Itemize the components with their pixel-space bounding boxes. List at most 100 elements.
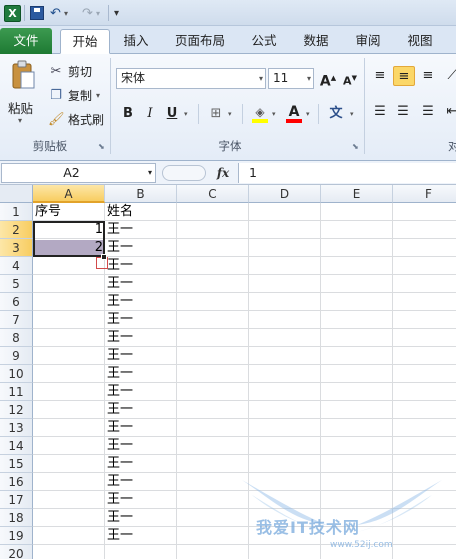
row-header-3[interactable]: 3 (0, 239, 33, 257)
align-middle-icon[interactable]: ≡ (393, 66, 415, 86)
row-header-10[interactable]: 10 (0, 365, 33, 383)
row-header-7[interactable]: 7 (0, 311, 33, 329)
redo-dropdown-icon[interactable]: ▾ (96, 4, 100, 22)
indent-icon[interactable]: ⇤ (442, 102, 456, 122)
name-box[interactable]: A2 ▾ (1, 163, 156, 183)
chevron-down-icon[interactable]: ▾ (307, 69, 311, 88)
align-center-icon[interactable]: ☰ (393, 102, 413, 122)
excel-logo-icon[interactable]: X (4, 4, 21, 22)
tab-home[interactable]: 开始 (60, 29, 110, 54)
tab-data[interactable]: 数据 (292, 29, 340, 54)
font-color-dropdown-icon[interactable]: ▾ (306, 110, 310, 118)
font-size-combo[interactable]: 11 ▾ (268, 68, 314, 89)
insert-function-icon[interactable]: fx (210, 164, 236, 182)
font-launcher-icon[interactable]: ⬊ (352, 142, 359, 151)
phonetic-dropdown-icon[interactable]: ▾ (350, 110, 354, 118)
row-header-15[interactable]: 15 (0, 455, 33, 473)
row-header-2[interactable]: 2 (0, 221, 33, 239)
row-header-19[interactable]: 19 (0, 527, 33, 545)
align-right-icon[interactable]: ☰ (418, 102, 438, 122)
font-color-button[interactable]: A (284, 102, 304, 123)
grow-font-button[interactable]: A▲ (318, 68, 338, 90)
row-header-17[interactable]: 17 (0, 491, 33, 509)
tab-review[interactable]: 审阅 (344, 29, 392, 54)
paste-button[interactable]: 粘贴 ▾ (4, 58, 42, 136)
cell-b6[interactable]: 王一 (105, 293, 177, 311)
cell-b8[interactable]: 王一 (105, 329, 177, 347)
formula-input[interactable]: 1 (238, 163, 456, 183)
cell-b17[interactable]: 王一 (105, 491, 177, 509)
fill-color-dropdown-icon[interactable]: ▾ (272, 110, 276, 118)
cell-b15[interactable]: 王一 (105, 455, 177, 473)
borders-icon[interactable]: ⊞ (206, 104, 226, 124)
underline-dropdown-icon[interactable]: ▾ (184, 110, 188, 118)
row-header-8[interactable]: 8 (0, 329, 33, 347)
undo-icon[interactable]: ↶ (50, 4, 61, 22)
shrink-font-button[interactable]: A▼ (340, 68, 360, 88)
redo-icon[interactable]: ↷ (82, 4, 93, 22)
cell-b9[interactable]: 王一 (105, 347, 177, 365)
cut-button[interactable]: ✂ 剪切 (48, 62, 92, 80)
cell-b2[interactable]: 王一 (105, 221, 177, 239)
select-all-corner[interactable] (0, 185, 33, 203)
cell-b10[interactable]: 王一 (105, 365, 177, 383)
row-header-4[interactable]: 4 (0, 257, 33, 275)
cell-b5[interactable]: 王一 (105, 275, 177, 293)
italic-button[interactable]: I (140, 104, 160, 124)
customize-toolbar-icon[interactable]: ▾ (114, 4, 119, 22)
save-icon[interactable] (30, 4, 44, 22)
undo-dropdown-icon[interactable]: ▾ (64, 4, 68, 22)
cell-b14[interactable]: 王一 (105, 437, 177, 455)
fill-color-button[interactable]: ◈ (250, 102, 270, 123)
chevron-down-icon[interactable]: ▾ (148, 164, 152, 182)
align-top-icon[interactable]: ≡ (370, 66, 390, 86)
cell-b19[interactable]: 王一 (105, 527, 177, 545)
chevron-down-icon[interactable]: ▾ (259, 69, 263, 88)
cell-b13[interactable]: 王一 (105, 419, 177, 437)
clipboard-launcher-icon[interactable]: ⬊ (98, 142, 105, 151)
row-header-5[interactable]: 5 (0, 275, 33, 293)
font-name-combo[interactable]: 宋体 ▾ (116, 68, 266, 89)
borders-dropdown-icon[interactable]: ▾ (228, 110, 232, 118)
cell-b7[interactable]: 王一 (105, 311, 177, 329)
row-header-11[interactable]: 11 (0, 383, 33, 401)
tab-file[interactable]: 文件 (0, 28, 52, 54)
worksheet-grid[interactable]: A B C D E F 1 2 3 4 5 6 7 8 9 10 11 12 13 14 15 16 17 18 19 20 序号姓… (0, 185, 456, 559)
align-bottom-icon[interactable]: ≡ (418, 66, 438, 86)
bold-button[interactable]: B (118, 104, 138, 124)
tab-formulas[interactable]: 公式 (240, 29, 288, 54)
cell-b16[interactable]: 王一 (105, 473, 177, 491)
cell-a1[interactable]: 序号 (33, 203, 105, 221)
column-header-d[interactable]: D (249, 185, 321, 203)
column-header-a[interactable]: A (33, 185, 105, 203)
orientation-icon[interactable]: ⟋ (442, 66, 456, 86)
row-header-18[interactable]: 18 (0, 509, 33, 527)
tab-page-layout[interactable]: 页面布局 (168, 29, 232, 54)
cell-b12[interactable]: 王一 (105, 401, 177, 419)
cell-b18[interactable]: 王一 (105, 509, 177, 527)
cell-b1[interactable]: 姓名 (105, 203, 177, 221)
tab-view[interactable]: 视图 (396, 29, 444, 54)
formula-bar-resize-handle[interactable] (162, 165, 206, 181)
underline-button[interactable]: U (162, 104, 182, 124)
row-header-13[interactable]: 13 (0, 419, 33, 437)
row-header-20[interactable]: 20 (0, 545, 33, 559)
cell-b11[interactable]: 王一 (105, 383, 177, 401)
column-header-b[interactable]: B (105, 185, 177, 203)
tab-insert[interactable]: 插入 (112, 29, 160, 54)
fill-handle[interactable] (101, 254, 107, 260)
row-header-14[interactable]: 14 (0, 437, 33, 455)
column-header-f[interactable]: F (393, 185, 456, 203)
align-left-icon[interactable]: ☰ (370, 102, 390, 122)
copy-button[interactable]: ❐ 复制 ▾ (48, 86, 100, 104)
cell-b4[interactable]: 王一 (105, 257, 177, 275)
row-header-6[interactable]: 6 (0, 293, 33, 311)
phonetic-guide-button[interactable]: 文 (326, 104, 346, 124)
format-painter-button[interactable]: 🖌 格式刷 (48, 110, 104, 128)
column-header-e[interactable]: E (321, 185, 393, 203)
row-header-16[interactable]: 16 (0, 473, 33, 491)
row-header-12[interactable]: 12 (0, 401, 33, 419)
cell-b3[interactable]: 王一 (105, 239, 177, 257)
row-header-9[interactable]: 9 (0, 347, 33, 365)
row-header-1[interactable]: 1 (0, 203, 33, 221)
